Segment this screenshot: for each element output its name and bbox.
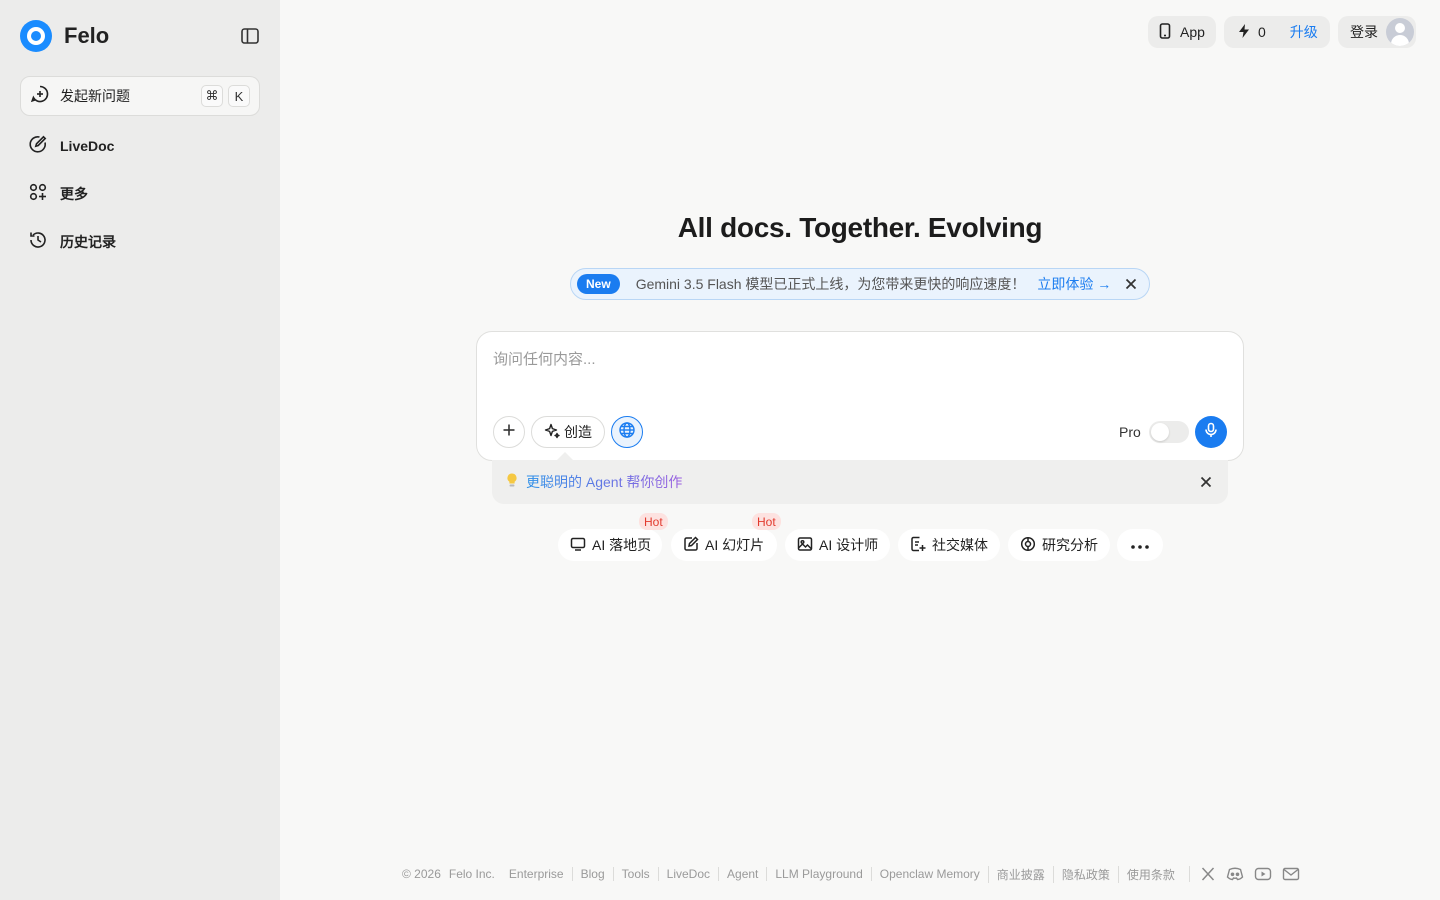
chip-label: AI 设计师 (819, 537, 879, 553)
sidebar-item-more[interactable]: 更多 (20, 176, 260, 212)
x-icon[interactable] (1200, 866, 1216, 882)
ellipsis-icon (1131, 536, 1149, 554)
footer-link-tools[interactable]: Tools (612, 867, 658, 881)
attach-button[interactable] (493, 416, 525, 448)
agent-tip: 更聪明的 Agent 帮你创作 (492, 460, 1228, 504)
new-question-label: 发起新问题 (60, 88, 130, 104)
youtube-icon[interactable] (1254, 866, 1272, 882)
footer: © 2026 Felo Inc. Enterprise Blog Tools L… (402, 865, 1310, 883)
sparkle-icon (544, 423, 560, 442)
pro-toggle[interactable] (1149, 421, 1189, 443)
chip-social-media[interactable]: 社交媒体 (898, 529, 1000, 561)
chip-ai-designer[interactable]: AI 设计师 (785, 529, 890, 561)
edit-doc-icon (683, 535, 699, 555)
felo-logo-icon (20, 20, 52, 52)
sidebar-item-livedoc[interactable]: LiveDoc (20, 128, 260, 164)
web-search-toggle[interactable] (611, 416, 643, 448)
lightbulb-icon (504, 472, 520, 493)
footer-link-business-disclosure[interactable]: 商业披露 (987, 865, 1053, 883)
footer-link-agent[interactable]: Agent (718, 867, 766, 881)
history-icon (28, 230, 48, 255)
footer-link-livedoc[interactable]: LiveDoc (657, 867, 718, 881)
footer-link-enterprise[interactable]: Enterprise (509, 867, 572, 881)
shortcut-k-key: K (228, 85, 250, 107)
create-label: 创造 (564, 424, 592, 440)
sidebar-item-history[interactable]: 历史记录 (20, 224, 260, 260)
hot-badge: Hot (752, 513, 781, 530)
close-icon[interactable] (1123, 276, 1139, 292)
announcement-banner: New Gemini 3.5 Flash 模型已正式上线，为您带来更快的响应速度… (570, 268, 1150, 300)
page-title: All docs. Together. Evolving (677, 212, 1043, 243)
upgrade-button[interactable]: 升级 (1290, 22, 1318, 42)
try-now-link[interactable]: 立即体验 → (1037, 274, 1111, 294)
doc-plus-icon (910, 536, 926, 555)
new-badge: New (577, 274, 620, 294)
footer-company: Felo Inc. (448, 867, 495, 881)
shortcut-cmd-key: ⌘ (201, 85, 223, 107)
microphone-icon (1203, 422, 1219, 443)
credits-count: 0 (1258, 24, 1266, 40)
globe-icon (618, 421, 636, 444)
chip-label: 研究分析 (1042, 537, 1098, 553)
image-icon (797, 536, 813, 555)
app-label: App (1180, 24, 1205, 40)
sidebar-item-label: 历史记录 (60, 234, 116, 250)
voice-input-button[interactable] (1195, 416, 1227, 448)
brand[interactable]: Felo (20, 20, 109, 52)
pro-label: Pro (1119, 424, 1141, 440)
footer-copyright: © 2026 (402, 867, 441, 881)
more-options-button[interactable] (1117, 529, 1163, 561)
sidebar: Felo 发起新问题 ⌘ K LiveDoc 更多 历史记录 (0, 0, 280, 900)
lightning-icon (1236, 23, 1252, 42)
brand-name: Felo (64, 23, 110, 48)
monitor-icon (570, 536, 586, 555)
avatar[interactable] (1386, 18, 1414, 46)
login-label: 登录 (1350, 24, 1378, 40)
hot-badge: Hot (639, 513, 668, 530)
sidebar-toggle-icon[interactable] (239, 25, 261, 47)
sidebar-item-label: 更多 (60, 186, 88, 202)
banner-text: Gemini 3.5 Flash 模型已正式上线，为您带来更快的响应速度！ (635, 276, 1026, 292)
new-question-button[interactable]: 发起新问题 ⌘ K (20, 76, 260, 116)
footer-link-terms[interactable]: 使用条款 (1117, 865, 1183, 883)
mail-icon[interactable] (1282, 866, 1300, 882)
composer: 创造 Pro (476, 331, 1244, 461)
tip-caret (557, 452, 573, 460)
footer-social (1188, 866, 1310, 882)
chip-label: 社交媒体 (932, 537, 988, 553)
discord-icon[interactable] (1226, 866, 1244, 882)
ask-input[interactable] (493, 344, 1223, 374)
chat-plus-icon (30, 84, 50, 109)
login-button[interactable]: 登录 (1338, 16, 1416, 48)
chip-ai-slides[interactable]: AI 幻灯片 (671, 529, 777, 561)
close-icon[interactable] (1198, 474, 1214, 490)
app-download-button[interactable]: App (1148, 16, 1216, 48)
grid-plus-icon (28, 182, 48, 207)
pen-circle-icon (28, 134, 48, 159)
research-icon (1020, 536, 1036, 555)
chip-label: AI 落地页 (592, 537, 652, 553)
footer-link-blog[interactable]: Blog (571, 867, 613, 881)
footer-link-llm-playground[interactable]: LLM Playground (766, 867, 870, 881)
chip-ai-landing-page[interactable]: AI 落地页 (558, 529, 662, 561)
plus-icon (502, 423, 516, 442)
sidebar-item-label: LiveDoc (60, 138, 115, 154)
create-button[interactable]: 创造 (531, 416, 605, 448)
chip-research-analysis[interactable]: 研究分析 (1008, 529, 1110, 561)
tip-text[interactable]: 更聪明的 Agent 帮你创作 (526, 472, 682, 492)
chip-label: AI 幻灯片 (705, 537, 765, 553)
footer-link-privacy[interactable]: 隐私政策 (1052, 865, 1118, 883)
credits-pill[interactable]: 0 升级 (1224, 16, 1330, 48)
footer-link-openclaw-memory[interactable]: Openclaw Memory (870, 867, 988, 881)
phone-icon (1158, 22, 1172, 42)
